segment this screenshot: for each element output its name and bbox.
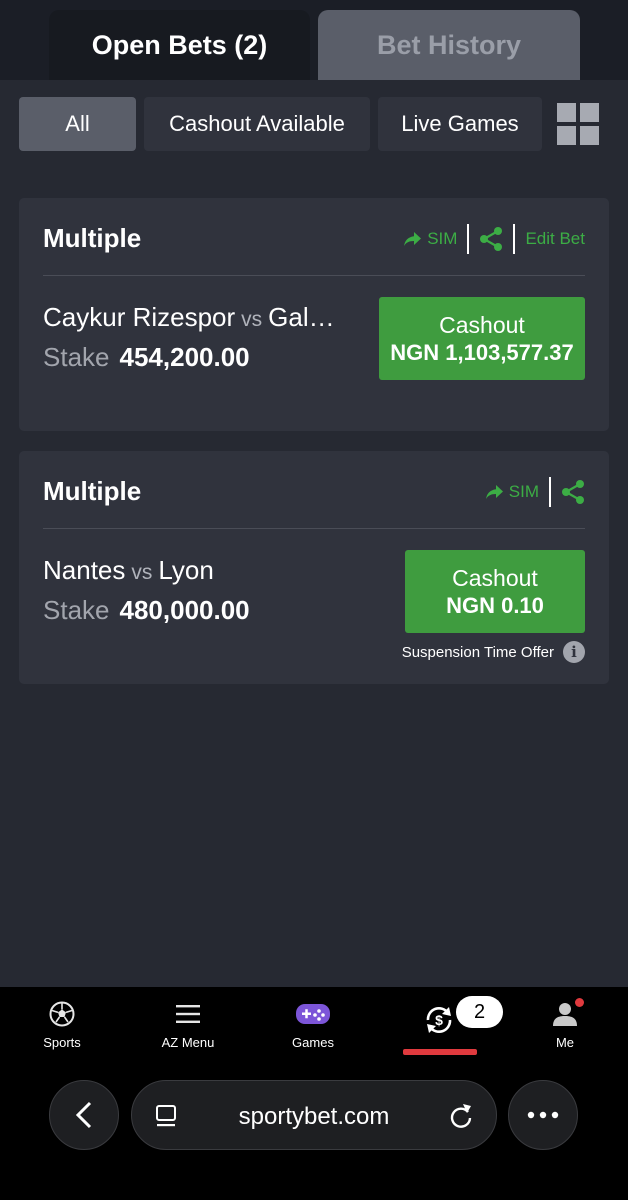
vs-label: vs [131,561,153,584]
share-icon[interactable] [561,479,585,505]
cashout-amount: NGN 1,103,577.37 [390,339,574,365]
home-team: Nantes [43,555,126,585]
menu-icon [176,1005,200,1023]
card-divider [43,528,585,529]
sim-button[interactable]: SIM [404,229,457,249]
stake-label: Stake [43,342,110,372]
vs-label: vs [241,308,263,331]
nav-sports-label: Sports [43,1035,81,1050]
edit-bet-link[interactable]: Edit Bet [525,229,585,249]
cashout-button[interactable]: Cashout NGN 0.10 [405,550,585,633]
soccer-ball-icon [49,1001,75,1027]
divider [467,224,470,254]
nav-me[interactable]: Me [520,998,610,1050]
back-icon [75,1101,92,1129]
address-bar[interactable]: sportybet.com [131,1080,497,1150]
away-team: Gal… [268,302,335,332]
stake-row: Stake 454,200.00 [43,342,250,373]
back-button[interactable] [49,1080,119,1150]
suspension-note: Suspension Time Offer i [402,641,585,663]
nav-games-label: Games [292,1035,334,1050]
card-divider [43,275,585,276]
active-tab-indicator [403,1049,477,1055]
away-team: Lyon [158,555,214,585]
share-arrow-icon [485,484,503,499]
nav-me-label: Me [555,1035,575,1050]
share-arrow-icon [404,231,422,246]
cashout-amount: NGN 0.10 [446,592,544,618]
bet-card: Multiple SIM Edit Bet Caykur Rizespor vs G… [19,198,609,431]
bet-card: Multiple SIM Nantes vs Lyon Stake 480,000.0… [19,451,609,684]
filter-cashout-available[interactable]: Cashout Available [144,97,370,151]
gamepad-icon [296,1004,330,1024]
home-team: Caykur Rizespor [43,302,236,332]
match-name: Caykur Rizespor vs Gal… [43,302,363,333]
browser-toolbar: sportybet.com [0,1067,628,1200]
stake-row: Stake 480,000.00 [43,595,250,626]
bet-actions: SIM Edit Bet [404,223,585,255]
open-bets-count-badge: 2 [456,996,503,1028]
stake-label: Stake [43,595,110,625]
filter-all[interactable]: All [19,97,136,151]
bet-tabs: Open Bets (2) Bet History [0,0,628,80]
share-icon[interactable] [479,226,503,252]
sim-label: SIM [508,482,539,501]
svg-text:$: $ [435,1012,443,1028]
bottom-nav: Sports AZ Menu Games $ 2 Me [0,987,628,1067]
nav-games[interactable]: Games [268,1001,358,1050]
reload-icon[interactable] [448,1102,474,1130]
notification-dot [575,998,584,1007]
divider [549,477,551,507]
sim-button[interactable]: SIM [485,482,539,502]
nav-az-menu-label: AZ Menu [161,1035,215,1050]
stake-amount: 454,200.00 [119,342,250,372]
tab-bet-history[interactable]: Bet History [318,10,580,80]
match-name: Nantes vs Lyon [43,555,214,586]
cashout-button[interactable]: Cashout NGN 1,103,577.37 [379,297,585,380]
grid-icon[interactable] [557,103,599,145]
stake-amount: 480,000.00 [119,595,250,625]
user-icon [553,1003,577,1026]
bet-type: Multiple [43,223,142,253]
divider [513,224,516,254]
sim-label: SIM [427,229,458,248]
cashout-label: Cashout [452,564,538,591]
tab-open-bets[interactable]: Open Bets (2) [49,10,310,80]
filter-live-games[interactable]: Live Games [378,97,542,151]
more-icon [527,1111,559,1119]
suspension-text: Suspension Time Offer [401,643,554,661]
cashout-icon: $ [426,1007,452,1033]
cashout-label: Cashout [439,311,525,338]
bet-actions: SIM [485,476,585,508]
bet-type: Multiple [43,476,142,506]
url-text: sportybet.com [238,1103,390,1130]
nav-sports[interactable]: Sports [17,1001,107,1050]
info-icon[interactable]: i [563,641,585,663]
more-button[interactable] [508,1080,578,1150]
nav-az-menu[interactable]: AZ Menu [143,1001,233,1050]
